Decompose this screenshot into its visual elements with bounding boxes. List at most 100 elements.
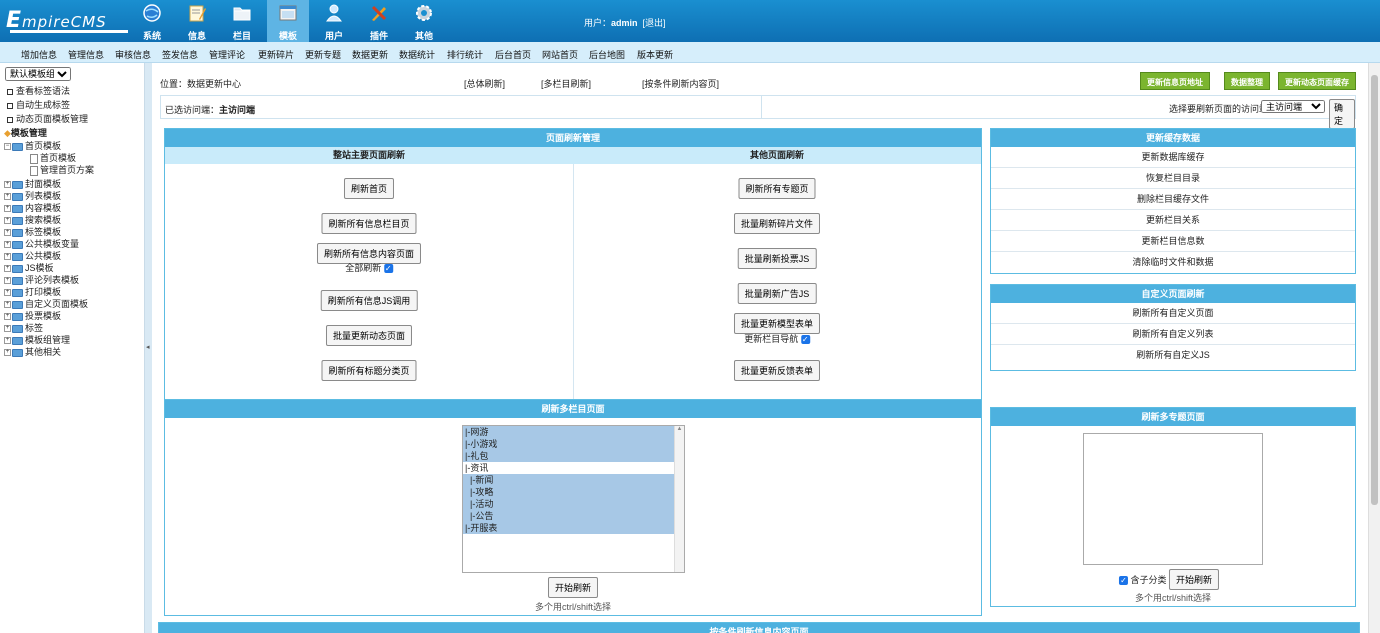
column-option[interactable]: |-开服表	[463, 522, 684, 534]
special-listbox[interactable]	[1083, 433, 1263, 565]
expand-icon[interactable]: +	[4, 325, 11, 333]
refresh-title-class-button[interactable]: 刷新所有标题分类页	[321, 360, 417, 381]
nav-other[interactable]: 其他	[403, 0, 445, 42]
listbox-scrollbar[interactable]: ▲	[674, 426, 684, 572]
start-refresh-special-button[interactable]: 开始刷新	[1169, 569, 1220, 590]
menu-item[interactable]: 管理信息	[68, 48, 104, 61]
checkbox-checked[interactable]: ✓	[1118, 576, 1128, 586]
custom-item[interactable]: 刷新所有自定义页面	[991, 303, 1355, 324]
batch-ad-js-button[interactable]: 批量刷新广告JS	[737, 283, 817, 304]
collapse-icon[interactable]: −	[4, 143, 11, 151]
sidebar-link[interactable]: 查看标签语法	[7, 84, 70, 97]
menu-item[interactable]: 签发信息	[162, 48, 198, 61]
update-nav-check[interactable]: 更新栏目导航 ✓	[744, 332, 810, 345]
cache-item[interactable]: 更新栏目关系	[991, 210, 1355, 231]
update-dynamic-cache-button[interactable]: 更新动态页面缓存	[1278, 72, 1356, 90]
tree-leaf[interactable]: 管理首页方案	[30, 163, 94, 176]
update-info-url-button[interactable]: 更新信息页地址	[1140, 72, 1210, 90]
all-refresh-check[interactable]: 全部刷新 ✓	[345, 261, 393, 274]
expand-icon[interactable]: +	[4, 229, 11, 237]
nav-template[interactable]: 模板	[267, 0, 309, 42]
menu-item[interactable]: 更新专题	[305, 48, 341, 61]
column-option[interactable]: |-新闻	[463, 474, 684, 486]
collapse-arrow-icon[interactable]: ◂	[146, 343, 150, 351]
cache-item[interactable]: 更新数据库缓存	[991, 147, 1355, 168]
menu-item[interactable]: 更新碎片	[258, 48, 294, 61]
batch-dynamic-button[interactable]: 批量更新动态页面	[325, 325, 413, 346]
menu-item[interactable]: 后台地图	[589, 48, 625, 61]
nav-plugin[interactable]: 插件	[358, 0, 400, 42]
menu-item[interactable]: 排行统计	[447, 48, 483, 61]
cache-item[interactable]: 恢复栏目目录	[991, 168, 1355, 189]
multi-select-hint: 多个用ctrl/shift选择	[1134, 593, 1212, 603]
batch-model-form-button[interactable]: 批量更新模型表单	[733, 313, 821, 334]
batch-vote-js-button[interactable]: 批量刷新投票JS	[737, 248, 817, 269]
template-group-select[interactable]: 默认模板组	[5, 67, 71, 81]
refresh-all-columns-button[interactable]: 刷新所有信息栏目页	[321, 213, 417, 234]
expand-icon[interactable]: +	[4, 301, 11, 309]
confirm-button[interactable]: 确定	[1329, 99, 1355, 129]
column-option[interactable]: |-礼包	[463, 450, 684, 462]
sidebar-toggle-bar[interactable]: ◂	[144, 63, 152, 633]
cache-item[interactable]: 删除栏目缓存文件	[991, 189, 1355, 210]
expand-icon[interactable]: +	[4, 241, 11, 249]
page-scrollbar[interactable]	[1368, 63, 1380, 633]
column-option[interactable]: |-公告	[463, 510, 684, 522]
expand-icon[interactable]: +	[4, 349, 11, 357]
column-option[interactable]: |-网游	[463, 426, 684, 438]
pencil-note-icon	[189, 5, 206, 22]
refresh-specials-button[interactable]: 刷新所有专题页	[738, 178, 816, 199]
checkbox-checked[interactable]: ✓	[800, 335, 810, 345]
nav-info[interactable]: 信息	[176, 0, 218, 42]
menu-item[interactable]: 数据更新	[352, 48, 388, 61]
menu-item[interactable]: 数据统计	[399, 48, 435, 61]
conditional-refresh-link[interactable]: [按条件刷新内容页]	[642, 77, 719, 90]
tree-node[interactable]: + 其他相关	[4, 345, 61, 358]
custom-item[interactable]: 刷新所有自定义JS	[991, 345, 1355, 366]
menu-item[interactable]: 审核信息	[115, 48, 151, 61]
expand-icon[interactable]: +	[4, 181, 11, 189]
batch-feedback-form-button[interactable]: 批量更新反馈表单	[733, 360, 821, 381]
include-subclass-check[interactable]: ✓ 含子分类 开始刷新	[1118, 569, 1220, 590]
menu-item[interactable]: 版本更新	[637, 48, 673, 61]
data-cleanup-button[interactable]: 数据整理	[1224, 72, 1270, 90]
expand-icon[interactable]: +	[4, 337, 11, 345]
batch-fragment-button[interactable]: 批量刷新碎片文件	[733, 213, 821, 234]
cache-item[interactable]: 清除临时文件和数据	[991, 252, 1355, 273]
menu-item[interactable]: 增加信息	[21, 48, 57, 61]
nav-system[interactable]: 系统	[131, 0, 173, 42]
column-listbox[interactable]: |-网游 |-小游戏 |-礼包 |-资讯 |-新闻 |-攻略 |-活动 |-公告…	[462, 425, 685, 573]
logout-link[interactable]: [退出]	[643, 18, 666, 28]
expand-icon[interactable]: +	[4, 289, 11, 297]
empirecms-logo[interactable]: EmpireCMS	[6, 8, 128, 34]
column-option[interactable]: |-攻略	[463, 486, 684, 498]
expand-icon[interactable]: +	[4, 193, 11, 201]
refresh-all-link[interactable]: [总体刷新]	[464, 77, 505, 90]
access-select[interactable]: 主访问端	[1261, 100, 1325, 113]
expand-icon[interactable]: +	[4, 265, 11, 273]
multi-column-link[interactable]: [多栏目刷新]	[541, 77, 591, 90]
menu-item[interactable]: 网站首页	[542, 48, 578, 61]
nav-column[interactable]: 栏目	[221, 0, 263, 42]
refresh-home-button[interactable]: 刷新首页	[343, 178, 395, 199]
scrollbar-thumb[interactable]	[1371, 75, 1378, 505]
sidebar-link[interactable]: 动态页面模板管理	[7, 112, 88, 125]
column-option[interactable]: |-小游戏	[463, 438, 684, 450]
start-refresh-button[interactable]: 开始刷新	[547, 577, 599, 598]
expand-icon[interactable]: +	[4, 313, 11, 321]
sidebar-link[interactable]: 自动生成标签	[7, 98, 70, 111]
refresh-all-js-button[interactable]: 刷新所有信息JS调用	[320, 290, 418, 311]
column-option[interactable]: |-资讯	[463, 462, 684, 474]
expand-icon[interactable]: +	[4, 205, 11, 213]
menu-item[interactable]: 后台首页	[495, 48, 531, 61]
column-option[interactable]: |-活动	[463, 498, 684, 510]
cache-item[interactable]: 更新栏目信息数	[991, 231, 1355, 252]
custom-item[interactable]: 刷新所有自定义列表	[991, 324, 1355, 345]
nav-user[interactable]: 用户	[313, 0, 355, 42]
checkbox-checked[interactable]: ✓	[383, 264, 393, 274]
expand-icon[interactable]: +	[4, 217, 11, 225]
expand-icon[interactable]: +	[4, 277, 11, 285]
menu-item[interactable]: 管理评论	[209, 48, 245, 61]
breadcrumb-link[interactable]: 数据更新中心	[187, 79, 241, 89]
expand-icon[interactable]: +	[4, 253, 11, 261]
